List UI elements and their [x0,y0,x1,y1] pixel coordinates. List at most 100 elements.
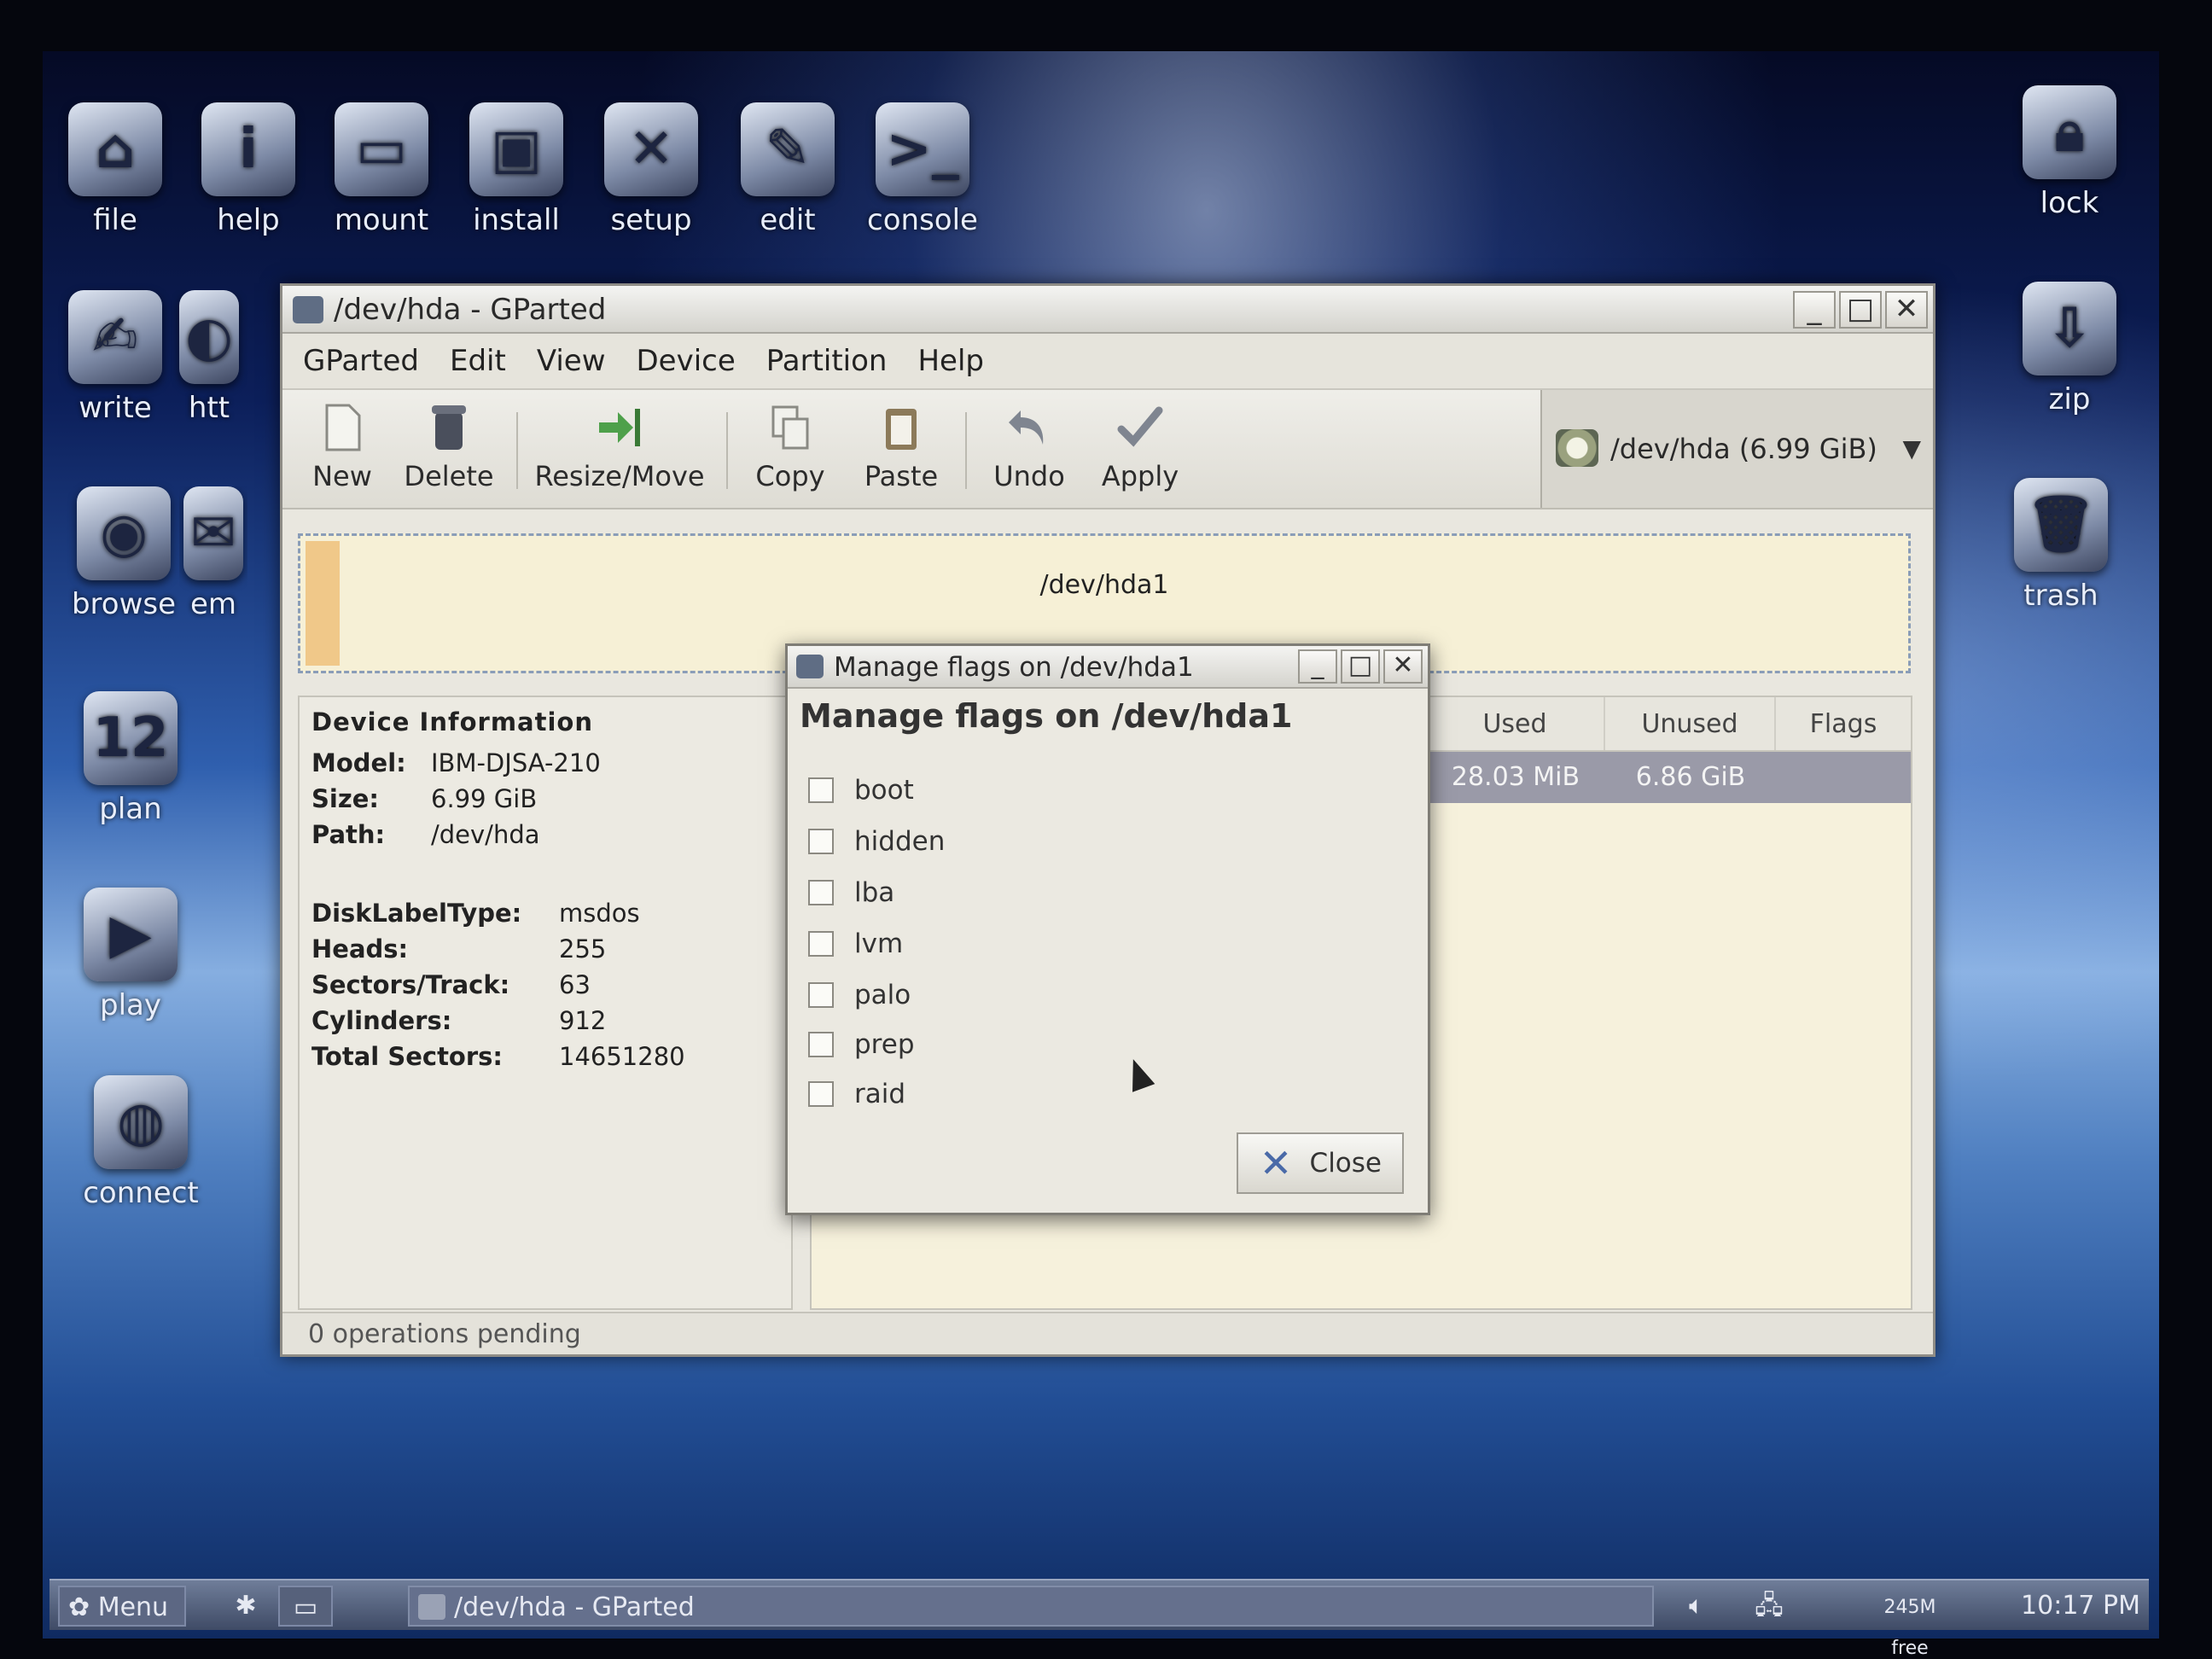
dialog-close-x-button[interactable]: ✕ [1383,649,1423,684]
volume-icon[interactable]: 🔈︎ [1671,1586,1722,1627]
desktop-icon-setup[interactable]: ✕ setup [579,102,724,237]
checkbox[interactable] [808,1032,834,1057]
resize-move-button[interactable]: Resize/Move [530,402,709,492]
undo-button[interactable]: Undo [982,402,1076,492]
desktop-icon-trash[interactable]: 🗑︎ trash [1988,478,2133,613]
menu-label: Menu [97,1592,169,1622]
device-information-panel: Device Information Model: IBM-DJSA-210 Si… [298,696,793,1310]
checkbox[interactable] [808,880,834,905]
cell-flags [1776,752,1911,803]
desktop-icon-label: em [189,587,237,621]
desktop-icon-plan[interactable]: 12 plan [58,691,203,826]
desktop-icon-play[interactable]: ▶ play [58,888,203,1022]
flag-lba[interactable]: lba [808,873,894,912]
desktop-icon-file[interactable]: ⌂ file [43,102,188,237]
undo-arrow-icon [1009,410,1044,445]
minimize-button[interactable]: _ [1793,291,1836,329]
desktop-icon-edit[interactable]: ✎ edit [715,102,860,237]
checkbox[interactable] [808,1081,834,1107]
start-menu-button[interactable]: ✿ Menu [58,1586,186,1627]
path-label: Path: [311,820,386,849]
dialog-heading: Manage flags on /dev/hda1 [800,697,1293,735]
network-icon[interactable]: 🖧︎ [1739,1586,1799,1627]
desktop-icon-htt[interactable]: ◐ htt [171,290,247,425]
menu-edit[interactable]: Edit [450,344,506,378]
flag-hidden[interactable]: hidden [808,822,945,861]
show-desktop-button[interactable]: ▭ [278,1586,333,1627]
desktop-icon-lock[interactable]: 🔒︎ lock [1997,85,2142,220]
desktop-icon-label: browse [71,587,177,621]
box-icon: ▣ [469,102,563,196]
flag-label: prep [854,1029,915,1060]
checkbox[interactable] [808,777,834,803]
desktop-icon-console[interactable]: >_ console [850,102,995,237]
menu-device[interactable]: Device [637,344,736,378]
column-flags[interactable]: Flags [1776,697,1911,750]
close-button[interactable]: ✕ Close [1237,1132,1404,1194]
delete-label: Delete [404,460,494,492]
desktop-icon-label: plan [99,792,162,826]
chevron-down-icon: ▼ [1902,434,1921,463]
desktop-icon-label: setup [610,203,692,237]
copy-button[interactable]: Copy [743,402,837,492]
desktop-icon-label: mount [334,203,429,237]
column-used[interactable]: Used [1426,697,1605,750]
paste-button[interactable]: Paste [854,402,948,492]
desktop-icon-help[interactable]: i help [176,102,321,237]
toolbar-separator [726,412,728,489]
apply-button[interactable]: Apply [1089,402,1191,492]
dialog-titlebar[interactable]: Manage flags on /dev/hda1 _ □ ✕ [788,646,1428,689]
cylinders-label: Cylinders: [311,1006,452,1035]
new-label: New [312,460,372,492]
gparted-app-icon [293,296,323,323]
toolbar-separator [965,412,967,489]
menu-partition[interactable]: Partition [766,344,888,378]
desktop-icon-install[interactable]: ▣ install [444,102,589,237]
flag-boot[interactable]: boot [808,771,914,810]
desktop-icon-label: lock [2040,186,2099,220]
flag-prep[interactable]: prep [808,1025,915,1064]
desktop-icon-label: htt [188,391,230,425]
clock[interactable]: 10:17 PM [2012,1586,2140,1627]
desktop-icon-em[interactable]: ✉ em [179,486,247,621]
dialog-title: Manage flags on /dev/hda1 [834,652,1194,683]
menu-help[interactable]: Help [917,344,984,378]
model-label: Model: [311,748,406,777]
copy-label: Copy [755,460,825,492]
dialog-maximize-button[interactable]: □ [1341,649,1380,684]
desktop-icon-label: write [79,391,152,425]
device-selector[interactable]: /dev/hda (6.99 GiB) ▼ [1540,390,1933,508]
column-unused[interactable]: Unused [1605,697,1776,750]
gparted-titlebar[interactable]: /dev/hda - GParted _ □ ✕ [282,286,1933,334]
flag-raid[interactable]: raid [808,1074,905,1114]
desktop-icon-browse[interactable]: ◉ browse [51,486,196,621]
new-document-icon [325,404,361,451]
desktop-icon-connect[interactable]: ◍ connect [68,1075,213,1210]
desktop-icon-label: install [473,203,560,237]
new-button[interactable]: New [300,402,385,492]
delete-button[interactable]: Delete [393,402,504,492]
desktop-icon-write[interactable]: ✍ write [43,290,188,425]
size-value: 6.99 GiB [431,784,538,813]
menu-gparted[interactable]: GParted [303,344,419,378]
globe-icon: ◐ [179,290,239,384]
checkbox[interactable] [808,829,834,854]
partition-usage-bar [306,541,340,666]
menu-view[interactable]: View [537,344,606,378]
flag-palo[interactable]: palo [808,975,911,1015]
archive-icon: ⇩ [2023,282,2116,375]
checkbox[interactable] [808,982,834,1008]
dialog-minimize-button[interactable]: _ [1298,649,1337,684]
maximize-button[interactable]: □ [1839,291,1882,329]
desktop-icon-label: connect [83,1176,199,1210]
taskbar-item-gparted[interactable]: /dev/hda - GParted [408,1586,1654,1627]
dialog-app-icon [796,655,824,678]
toolbar-separator [516,412,518,489]
close-window-button[interactable]: ✕ [1885,291,1928,329]
desktop-icon-zip[interactable]: ⇩ zip [1997,282,2142,416]
desktop-icon-label: edit [760,203,816,237]
desktop-icon-mount[interactable]: ▭ mount [309,102,454,237]
desktop-screen: ⌂ file i help ▭ mount ▣ install ✕ setup … [43,51,2159,1639]
checkbox[interactable] [808,931,834,957]
flag-lvm[interactable]: lvm [808,924,903,963]
